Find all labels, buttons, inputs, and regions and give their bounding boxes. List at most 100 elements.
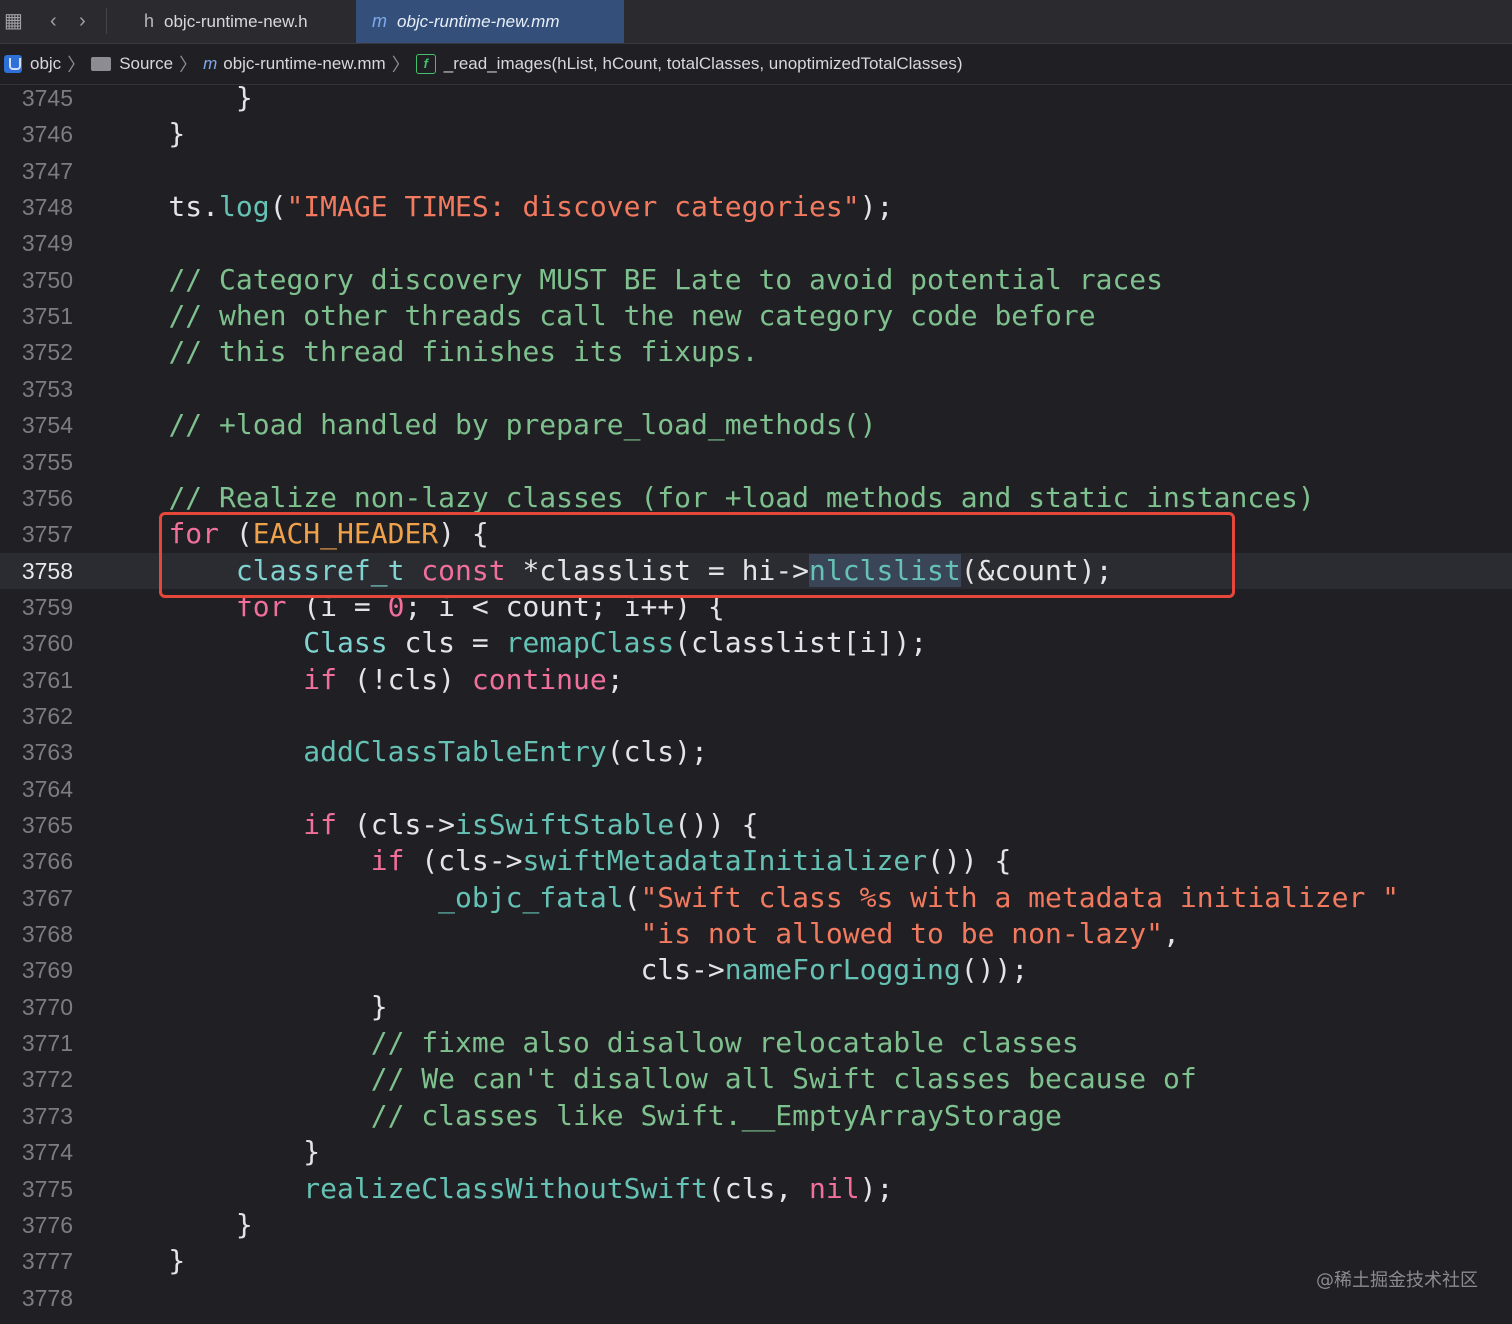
breadcrumb-label: Source (119, 54, 174, 73)
grid-icon[interactable]: ▦ (4, 9, 23, 33)
line-number: 3752 (21, 339, 73, 366)
code-line[interactable]: 3749 (0, 225, 1512, 261)
line-number: 3761 (21, 666, 73, 693)
breadcrumb-item-project[interactable]: objc (0, 54, 61, 74)
line-number: 3747 (21, 157, 73, 184)
code-text: } (101, 85, 253, 114)
watermark: @稀土掘金技术社区 (1316, 1270, 1478, 1291)
line-number: 3758 (21, 557, 73, 584)
code-line[interactable]: 3763 addClassTableEntry(cls); (0, 734, 1512, 770)
line-number: 3750 (21, 266, 73, 293)
code-line[interactable]: 3760 Class cls = remapClass(classlist[i]… (0, 625, 1512, 661)
line-number: 3753 (21, 375, 73, 402)
code-line[interactable]: 3761 if (!cls) continue; (0, 662, 1512, 698)
code-text: addClassTableEntry(cls); (303, 735, 708, 769)
objc-file-icon: m (372, 11, 387, 31)
line-number: 3775 (21, 1175, 73, 1202)
line-number: 3749 (21, 230, 73, 257)
code-text: ts.log("IMAGE TIMES: discover categories… (101, 190, 894, 224)
code-line[interactable]: 3774 } (0, 1134, 1512, 1170)
code-text: cls->nameForLogging()); (101, 953, 1029, 987)
line-number: 3748 (21, 194, 73, 221)
code-line[interactable]: 3770 } (0, 989, 1512, 1025)
code-line[interactable]: 3778 (0, 1280, 1512, 1316)
code-text: // Realize non-lazy classes (for +load m… (168, 480, 1315, 514)
code-line[interactable]: 3771 // fixme also disallow relocatable … (0, 1025, 1512, 1061)
code-line[interactable]: 3762 (0, 698, 1512, 734)
line-number: 3751 (21, 303, 73, 330)
code-text: Class cls = remapClass(classlist[i]); (303, 626, 928, 660)
breadcrumb-item-file[interactable]: m objc-runtime-new.mm (203, 54, 386, 74)
line-number: 3746 (21, 121, 73, 148)
code-text: // this thread finishes its fixups. (168, 335, 759, 369)
code-line[interactable]: 3759 for (i = 0; i < count; i++) { (0, 589, 1512, 625)
line-number: 3756 (21, 484, 73, 511)
code-line[interactable]: 3769 cls->nameForLogging()); (0, 952, 1512, 988)
code-line[interactable]: 3767 _objc_fatal("Swift class %s with a … (0, 880, 1512, 916)
function-icon: f (415, 54, 436, 74)
code-text: if (!cls) continue; (303, 662, 624, 696)
line-number: 3771 (21, 1030, 73, 1057)
breadcrumb-item-function[interactable]: f _read_images(hList, hCount, totalClass… (415, 54, 963, 74)
breadcrumb-label: objc-runtime-new.mm (223, 54, 386, 73)
breadcrumb-label: _read_images(hList, hCount, totalClasses… (443, 54, 963, 73)
code-line[interactable]: 3751 // when other threads call the new … (0, 298, 1512, 334)
line-number: 3745 (21, 85, 73, 111)
tab-objc-runtime-new-mm[interactable]: m objc-runtime-new.mm (356, 0, 624, 43)
objc-file-icon: m (203, 54, 218, 73)
code-line[interactable]: 3766 if (cls->swiftMetadataInitializer()… (0, 843, 1512, 879)
line-number: 3778 (21, 1284, 73, 1311)
code-text: for (EACH_HEADER) { (168, 517, 489, 551)
chevron-right-icon: 〉 (391, 55, 410, 75)
code-line[interactable]: 3758 classref_t const *classlist = hi->n… (0, 552, 1512, 589)
code-line[interactable]: 3750 // Category discovery MUST BE Late … (0, 262, 1512, 298)
line-number: 3762 (21, 702, 73, 729)
breadcrumb-label: objc (30, 54, 62, 73)
code-text: // classes like Swift.__EmptyArrayStorag… (370, 1098, 1062, 1132)
line-number: 3770 (21, 993, 73, 1020)
tab-objc-runtime-new-h[interactable]: h objc-runtime-new.h (128, 0, 352, 43)
line-number: 3772 (21, 1066, 73, 1093)
line-number: 3757 (21, 521, 73, 548)
line-number: 3764 (21, 775, 73, 802)
code-line[interactable]: 3755 (0, 444, 1512, 480)
folder-icon (91, 57, 112, 71)
code-line[interactable]: 3772 // We can't disallow all Swift clas… (0, 1061, 1512, 1097)
code-text: if (cls->isSwiftStable()) { (303, 808, 759, 841)
code-line[interactable]: 3775 realizeClassWithoutSwift(cls, nil); (0, 1171, 1512, 1207)
code-text: // fixme also disallow relocatable class… (370, 1026, 1079, 1060)
code-line[interactable]: 3768 "is not allowed to be non-lazy", (0, 916, 1512, 952)
code-line[interactable]: 3752 // this thread finishes its fixups. (0, 334, 1512, 370)
code-line[interactable]: 3777 } (0, 1243, 1512, 1279)
code-text: } (101, 1244, 186, 1278)
code-editor[interactable]: 3745 } 3746 } 3747 3748 ts.log("IMAGE TIMES… (0, 85, 1512, 1324)
line-number: 3765 (21, 812, 73, 838)
code-line[interactable]: 3747 (0, 153, 1512, 189)
line-number: 3777 (21, 1248, 73, 1275)
code-line[interactable]: 3757 for (EACH_HEADER) { (0, 516, 1512, 552)
code-text: } (101, 1207, 253, 1241)
code-line[interactable]: 3764 (0, 771, 1512, 807)
code-line[interactable]: 3756 // Realize non-lazy classes (for +l… (0, 480, 1512, 516)
code-text: if (cls->swiftMetadataInitializer()) { (370, 844, 1012, 878)
line-number: 3754 (21, 412, 73, 439)
code-line[interactable]: 3765 if (cls->isSwiftStable()) { (0, 807, 1512, 843)
chevron-right-icon: 〉 (67, 55, 86, 75)
line-number: 3774 (21, 1139, 73, 1166)
code-line[interactable]: 3754 // +load handled by prepare_load_me… (0, 407, 1512, 443)
code-text: classref_t const *classlist = hi->nlclsl… (235, 553, 1113, 587)
code-line[interactable]: 3748 ts.log("IMAGE TIMES: discover categ… (0, 189, 1512, 225)
code-line[interactable]: 3753 (0, 371, 1512, 407)
back-arrow-icon[interactable]: ‹ (50, 9, 57, 33)
code-line[interactable]: 3745 } (0, 85, 1512, 116)
project-icon (4, 55, 22, 73)
code-line[interactable]: 3746 } (0, 116, 1512, 152)
forward-arrow-icon[interactable]: › (79, 9, 86, 33)
code-text: // Category discovery MUST BE Late to av… (168, 262, 1164, 296)
code-text: } (101, 117, 186, 151)
code-line[interactable]: 3773 // classes like Swift.__EmptyArrayS… (0, 1098, 1512, 1134)
breadcrumb-item-folder[interactable]: Source (91, 54, 173, 74)
code-line[interactable]: 3776 } (0, 1207, 1512, 1243)
line-number: 3773 (21, 1102, 73, 1129)
code-text: _objc_fatal("Swift class %s with a metad… (438, 880, 1400, 914)
